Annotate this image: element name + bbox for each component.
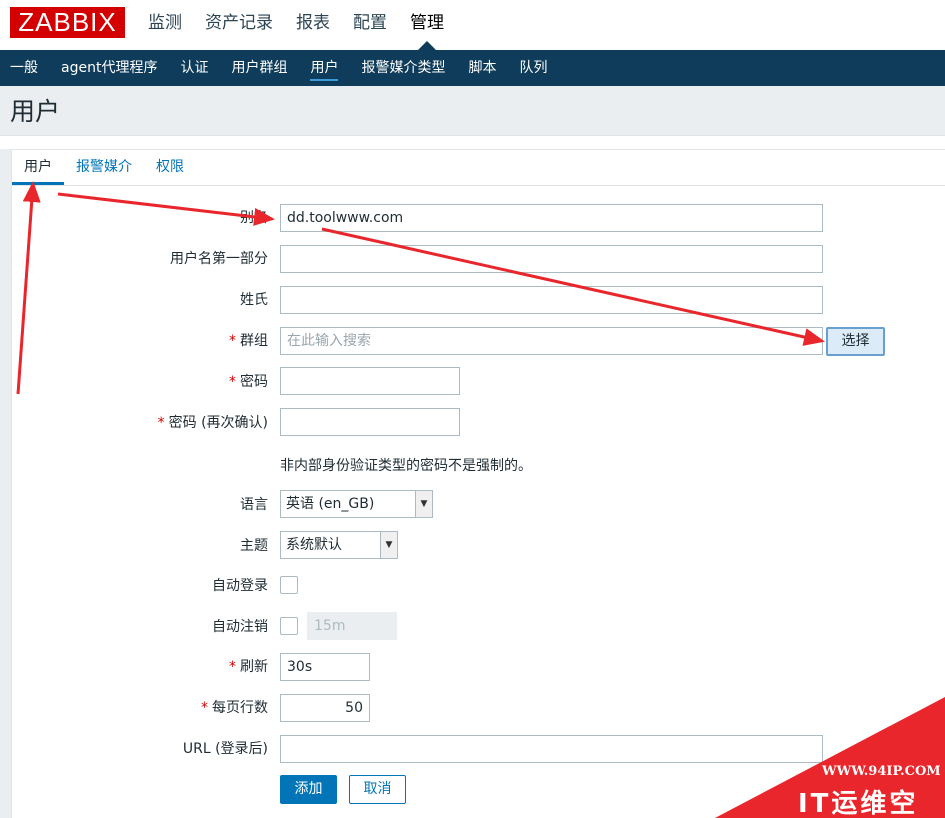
theme-select-value: 系统默认 (286, 537, 342, 553)
subnav-proxies[interactable]: agent代理程序 (61, 50, 157, 86)
add-button[interactable]: 添加 (280, 775, 337, 804)
watermark-site: WWW.94IP.COM (822, 764, 941, 779)
tab-user[interactable]: 用户 (12, 150, 64, 185)
required-marker: * (229, 374, 236, 390)
required-marker: * (201, 700, 208, 716)
watermark-name: IT运维空间 (798, 789, 919, 818)
theme-label: 主题 (240, 538, 268, 554)
subnav-user-groups[interactable]: 用户群组 (231, 50, 287, 86)
subnav-authentication[interactable]: 认证 (180, 50, 208, 86)
tab-permissions[interactable]: 权限 (144, 150, 196, 185)
subnav-users[interactable]: 用户 (310, 50, 339, 86)
required-marker: * (229, 333, 236, 349)
groups-label-text: 群组 (240, 333, 268, 349)
top-menu: 监测 资产记录 报表 配置 管理 (148, 0, 467, 50)
top-bar: ZABBIX 监测 资产记录 报表 配置 管理 (0, 0, 945, 50)
page-title: 用户 (10, 97, 61, 126)
rows-per-page-label: * 每页行数 (10, 698, 268, 718)
alias-label: 别名 (10, 208, 268, 228)
autologin-label: 自动登录 (212, 578, 268, 594)
zabbix-logo[interactable]: ZABBIX (10, 7, 125, 38)
alias-label-text: 别名 (240, 210, 268, 226)
tab-media[interactable]: 报警媒介 (64, 150, 144, 185)
autologout-input[interactable]: 15m (307, 612, 397, 640)
subnav-general[interactable]: 一般 (10, 50, 38, 86)
chevron-down-icon: ▼ (415, 491, 432, 517)
top-menu-administration[interactable]: 管理 (410, 0, 444, 50)
url-label: URL (登录后) (182, 741, 268, 757)
select-groups-button[interactable]: 选择 (826, 327, 885, 356)
surname-label: 姓氏 (240, 292, 268, 308)
subnav-media-types[interactable]: 报警媒介类型 (361, 50, 445, 86)
rows-per-page-label-text: 每页行数 (212, 700, 268, 716)
autologin-checkbox[interactable] (280, 576, 298, 594)
autologout-checkbox[interactable] (280, 617, 298, 635)
refresh-label-text: 刷新 (240, 659, 268, 675)
active-menu-caret-icon (418, 41, 436, 50)
cancel-button[interactable]: 取消 (349, 775, 406, 804)
language-select[interactable]: 英语 (en_GB) ▼ (280, 490, 433, 518)
sub-nav: 一般 agent代理程序 认证 用户群组 用户 报警媒介类型 脚本 队列 (0, 50, 945, 86)
tab-bar: 用户 报警媒介 权限 (12, 150, 945, 186)
password-confirm-input[interactable] (280, 408, 460, 436)
password-input[interactable] (280, 367, 460, 395)
password-confirm-label-text: 密码 (再次确认) (168, 415, 268, 431)
top-menu-administration-label: 管理 (410, 13, 444, 33)
groups-label: * 群组 (10, 331, 268, 351)
required-marker: * (229, 659, 236, 675)
password-label-text: 密码 (240, 374, 268, 390)
page-header: 用户 (0, 86, 945, 136)
required-marker: * (157, 415, 165, 431)
top-menu-configuration[interactable]: 配置 (353, 0, 387, 50)
password-confirm-label: * 密码 (再次确认) (10, 413, 268, 433)
language-label: 语言 (240, 497, 268, 513)
subnav-scripts[interactable]: 脚本 (468, 50, 496, 86)
theme-select[interactable]: 系统默认 ▼ (280, 531, 398, 559)
refresh-input[interactable]: 30s (280, 653, 370, 681)
alias-input[interactable]: dd.toolwww.com (280, 204, 823, 232)
language-select-value: 英语 (en_GB) (286, 496, 375, 512)
first-name-label: 用户名第一部分 (170, 251, 268, 267)
top-menu-monitoring[interactable]: 监测 (148, 0, 182, 50)
password-label: * 密码 (10, 372, 268, 392)
top-menu-inventory[interactable]: 资产记录 (205, 0, 273, 50)
rows-per-page-input[interactable]: 50 (280, 694, 370, 722)
subnav-queue[interactable]: 队列 (519, 50, 547, 86)
top-menu-reports[interactable]: 报表 (296, 0, 330, 50)
chevron-down-icon: ▼ (380, 532, 397, 558)
refresh-label: * 刷新 (10, 657, 268, 677)
surname-input[interactable] (280, 286, 823, 314)
autologout-label: 自动注销 (212, 619, 268, 635)
url-input[interactable] (280, 735, 823, 763)
password-hint: 非内部身份验证类型的密码不是强制的。 (280, 458, 532, 474)
first-name-input[interactable] (280, 245, 823, 273)
groups-search-input[interactable]: 在此输入搜索 (280, 327, 823, 355)
